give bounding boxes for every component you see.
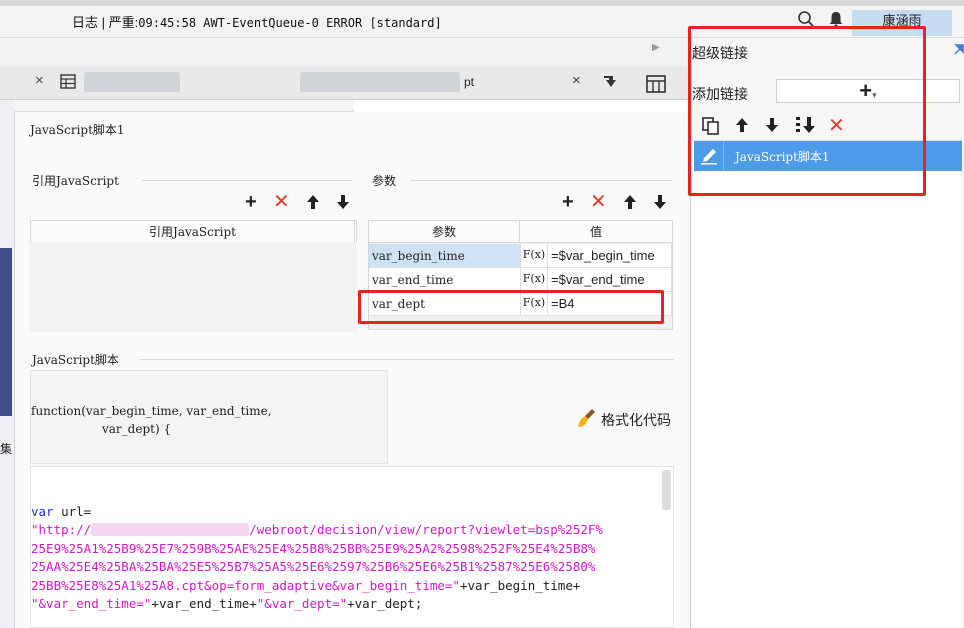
log-label: 日志 bbox=[72, 15, 99, 30]
script-section-title: JavaScript脚本 bbox=[32, 353, 119, 367]
ref-js-section-title: 引用JavaScript bbox=[32, 174, 119, 188]
broom-icon[interactable] bbox=[577, 408, 597, 428]
params-section-title: 参数 bbox=[372, 174, 397, 188]
top-stripe bbox=[0, 0, 964, 6]
formula-button[interactable]: F(x) bbox=[521, 244, 548, 268]
log-message: 09:45:58 AWT-EventQueue-0 ERROR [standar… bbox=[138, 16, 442, 30]
add-param-button[interactable]: + bbox=[562, 192, 574, 212]
tab-title-suffix[interactable]: pt bbox=[464, 75, 474, 89]
layout-icon[interactable] bbox=[645, 74, 667, 94]
tab-close-icon[interactable]: × bbox=[35, 72, 44, 89]
param-value-cell[interactable]: =$var_end_time bbox=[548, 268, 672, 292]
arrow-up-icon[interactable] bbox=[306, 194, 320, 210]
param-name-cell[interactable]: var_end_time bbox=[369, 268, 521, 292]
divider bbox=[140, 359, 674, 360]
scrollbar-thumb[interactable] bbox=[662, 470, 671, 510]
code-line: var url= bbox=[31, 504, 92, 519]
editor-toolbar-fragment bbox=[14, 100, 354, 112]
formula-button[interactable]: F(x) bbox=[521, 268, 548, 292]
severity-label: 严重 bbox=[108, 15, 135, 30]
form-icon bbox=[60, 74, 76, 89]
code-line: "&var_end_time="+var_end_time+"&var_dept… bbox=[31, 596, 423, 611]
param-name-cell[interactable]: var_begin_time bbox=[369, 244, 521, 268]
param-value-cell[interactable]: =$var_begin_time bbox=[548, 244, 672, 268]
toolbar-row bbox=[0, 38, 690, 66]
value-column-header: 值 bbox=[520, 221, 672, 243]
arrow-down-icon[interactable] bbox=[653, 194, 667, 210]
code-line: 25E9%25A1%25B9%25E7%259B%25AE%25E4%25B8%… bbox=[31, 541, 596, 556]
dropdown-arrow-icon[interactable] bbox=[603, 75, 617, 88]
gutter-fragment: 集 bbox=[0, 442, 13, 456]
function-signature-line: var_dept) { bbox=[102, 422, 172, 436]
code-line: 25AA%25E4%25BA%25BA%25E5%25B7%25A5%25E6%… bbox=[31, 559, 596, 574]
code-line: 25BB%25E8%25A1%25A8.cpt&op=form_adaptive… bbox=[31, 578, 581, 593]
tab-close-icon[interactable]: × bbox=[572, 72, 581, 89]
dialog-title: JavaScript脚本1 bbox=[30, 123, 125, 137]
fx-icon: F(x) bbox=[522, 248, 546, 261]
left-gutter-bar bbox=[0, 248, 12, 416]
tab-title-redacted bbox=[84, 72, 180, 92]
code-line: "http:///webroot/decision/view/report?vi… bbox=[31, 522, 603, 537]
link-list bbox=[692, 140, 962, 628]
divider bbox=[142, 180, 352, 181]
format-code-button[interactable]: 格式化代码 bbox=[601, 410, 671, 430]
param-column-header: 参数 bbox=[369, 221, 520, 243]
highlight-box bbox=[688, 26, 926, 196]
expand-icon[interactable] bbox=[953, 44, 964, 56]
add-ref-button[interactable]: + bbox=[245, 192, 257, 212]
delete-ref-button[interactable]: ✕ bbox=[273, 192, 290, 212]
fx-icon: F(x) bbox=[522, 272, 546, 285]
tab-title-redacted bbox=[300, 72, 460, 92]
highlight-box bbox=[358, 290, 664, 324]
function-signature-line: function(var_begin_time, var_end_time, bbox=[31, 404, 272, 418]
arrow-up-icon[interactable] bbox=[623, 194, 637, 210]
log-line: 日志 | 严重:09:45:58 AWT-EventQueue-0 ERROR … bbox=[72, 15, 442, 30]
divider bbox=[410, 180, 672, 181]
delete-param-button[interactable]: ✕ bbox=[590, 192, 607, 212]
url-host-redacted bbox=[91, 523, 250, 536]
collapse-triangle-icon[interactable]: ▶ bbox=[652, 42, 660, 53]
arrow-down-icon[interactable] bbox=[336, 194, 350, 210]
ref-js-column-header: 引用JavaScript bbox=[31, 221, 355, 243]
ref-js-empty-area bbox=[30, 242, 357, 332]
